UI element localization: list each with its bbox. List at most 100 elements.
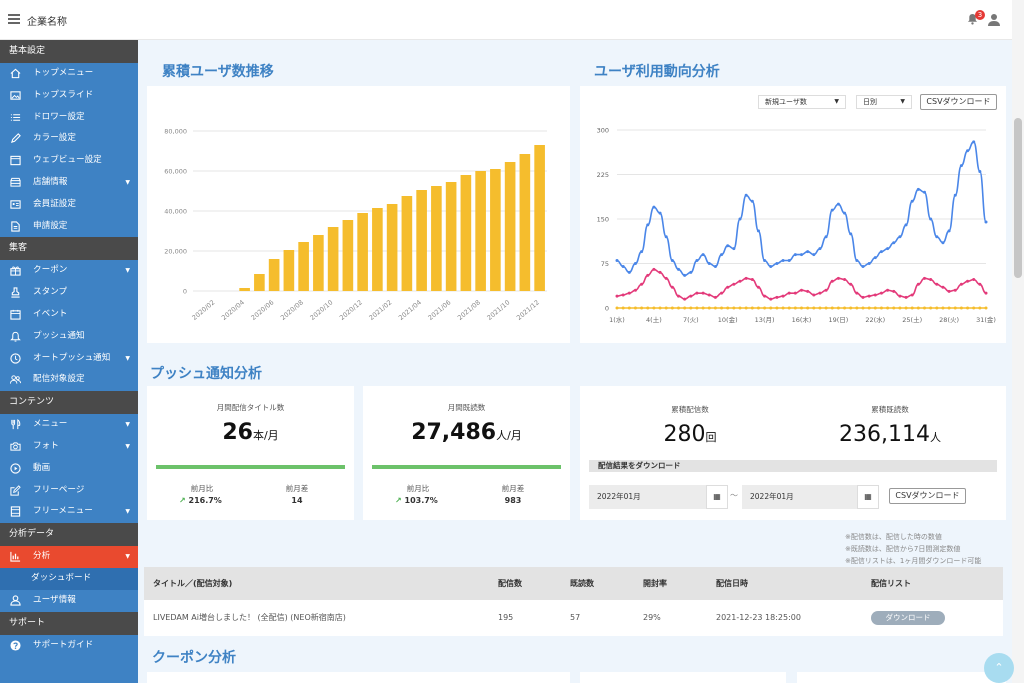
- pencil-icon: [10, 133, 21, 144]
- sidebar-item[interactable]: オートプッシュ通知 ▼: [0, 348, 138, 370]
- data-point: [695, 259, 699, 263]
- sidebar-item[interactable]: フリーメニュー ▼: [0, 501, 138, 523]
- data-point: [849, 306, 853, 310]
- push-csv-download-button[interactable]: CSVダウンロード: [889, 488, 966, 504]
- x-tick-label: 13(月): [755, 316, 775, 324]
- hamburger-menu-icon[interactable]: [8, 14, 20, 24]
- data-point: [713, 295, 717, 299]
- sidebar-item[interactable]: フォト ▼: [0, 436, 138, 458]
- page-scrollbar[interactable]: [1012, 0, 1024, 683]
- total-reads-label: 累積既読数: [871, 405, 909, 414]
- data-point: [984, 220, 988, 224]
- calendar-icon[interactable]: ▦: [857, 485, 879, 509]
- scroll-to-top-icon[interactable]: ⌃: [984, 653, 1014, 683]
- data-point: [947, 289, 951, 293]
- data-point: [879, 250, 883, 254]
- sidebar-item[interactable]: メニュー ▼: [0, 414, 138, 436]
- data-point: [627, 306, 631, 310]
- data-point: [658, 306, 662, 310]
- data-point: [824, 288, 828, 292]
- cumulative-users-title: 累積ユーザ数推移: [162, 64, 274, 80]
- sidebar-item[interactable]: 会員証設定: [0, 194, 138, 216]
- sidebar-item[interactable]: 申請設定: [0, 216, 138, 238]
- date-to-input[interactable]: 2022年01月: [742, 485, 857, 509]
- data-point: [640, 306, 644, 310]
- data-point: [781, 306, 785, 310]
- sidebar-item[interactable]: 店舗情報 ▼: [0, 172, 138, 194]
- data-point: [701, 306, 705, 310]
- monthly-titles-progress-bar: [156, 465, 345, 469]
- sidebar-item[interactable]: トップスライド: [0, 85, 138, 107]
- sidebar-item[interactable]: ウェブビュー設定: [0, 150, 138, 172]
- data-point: [646, 306, 650, 310]
- sidebar-item[interactable]: 分析 ▼: [0, 546, 138, 568]
- data-point: [972, 140, 976, 144]
- date-from-input[interactable]: 2022年01月: [589, 485, 706, 509]
- sidebar-item[interactable]: サポートガイド: [0, 635, 138, 657]
- data-point: [670, 285, 674, 289]
- data-point: [664, 235, 668, 239]
- user-account-icon[interactable]: [988, 13, 1000, 26]
- sidebar-item[interactable]: ユーザ情報: [0, 590, 138, 612]
- data-point: [867, 306, 871, 310]
- data-point: [916, 306, 920, 310]
- x-tick-label: 2021/02: [368, 298, 394, 321]
- data-point: [830, 208, 834, 212]
- data-point: [750, 306, 754, 310]
- sidebar-item[interactable]: 動画: [0, 458, 138, 480]
- sidebar-item[interactable]: イベント: [0, 304, 138, 326]
- prev-ratio-value-wrap: ↗ 216.7%: [179, 496, 222, 505]
- note-sent: ※配信数は、配信した時の数値: [845, 533, 942, 541]
- data-point: [769, 306, 773, 310]
- data-point: [756, 285, 760, 289]
- cell-read: 57: [570, 613, 581, 622]
- document-icon: [11, 220, 20, 232]
- data-point: [800, 306, 803, 310]
- y-tick-label: 80,000: [164, 128, 187, 136]
- data-point: [916, 282, 920, 286]
- data-point: [984, 291, 988, 295]
- sidebar-item[interactable]: ダッシュボード: [0, 567, 138, 590]
- data-point: [713, 306, 717, 310]
- data-point: [972, 278, 976, 282]
- window-icon: [10, 156, 21, 166]
- data-point: [916, 187, 920, 191]
- data-point: [861, 295, 865, 299]
- data-point: [732, 306, 736, 310]
- data-point: [855, 291, 859, 295]
- sidebar-item[interactable]: ドロワー設定: [0, 107, 138, 129]
- data-point: [873, 306, 877, 310]
- data-point: [959, 282, 963, 286]
- data-point: [929, 306, 933, 310]
- gift-icon: [10, 266, 21, 277]
- data-point: [744, 276, 748, 280]
- bar: [254, 274, 265, 291]
- x-tick-label: 4(土): [646, 315, 662, 324]
- scrollbar-thumb[interactable]: [1014, 118, 1022, 278]
- user-icon: [10, 595, 21, 606]
- sidebar-item[interactable]: カラー設定: [0, 128, 138, 150]
- sidebar-item-label: カラー設定: [33, 133, 76, 144]
- calendar-icon[interactable]: ▦: [706, 485, 728, 509]
- sidebar-item-label: メニュー: [33, 419, 68, 430]
- sidebar: 基本設定 トップメニュー トップスライド ドロワー設定 カラー設定 ウェブビュー設定 店舗情…: [0, 40, 138, 683]
- sidebar-item[interactable]: スタンプ: [0, 282, 138, 304]
- data-point: [683, 297, 687, 301]
- data-point: [892, 306, 896, 310]
- data-point: [769, 297, 773, 301]
- sidebar-item[interactable]: プッシュ通知: [0, 326, 138, 348]
- data-point: [849, 282, 853, 286]
- sidebar-item[interactable]: トップメニュー: [0, 63, 138, 85]
- data-point: [701, 291, 705, 295]
- sidebar-item[interactable]: 配信対象設定: [0, 369, 138, 391]
- monthly-reads-progress-bar: [372, 465, 561, 469]
- sidebar-item[interactable]: クーポン ▼: [0, 260, 138, 282]
- sidebar-section-header: 集客: [0, 237, 138, 261]
- data-point: [627, 270, 631, 274]
- monthly-reads-unit: 人/月: [496, 429, 522, 442]
- data-point: [830, 306, 834, 310]
- sidebar-item[interactable]: フリーページ: [0, 480, 138, 502]
- data-point: [633, 306, 637, 310]
- download-list-button[interactable]: ダウンロード: [871, 611, 945, 625]
- data-point: [818, 291, 822, 295]
